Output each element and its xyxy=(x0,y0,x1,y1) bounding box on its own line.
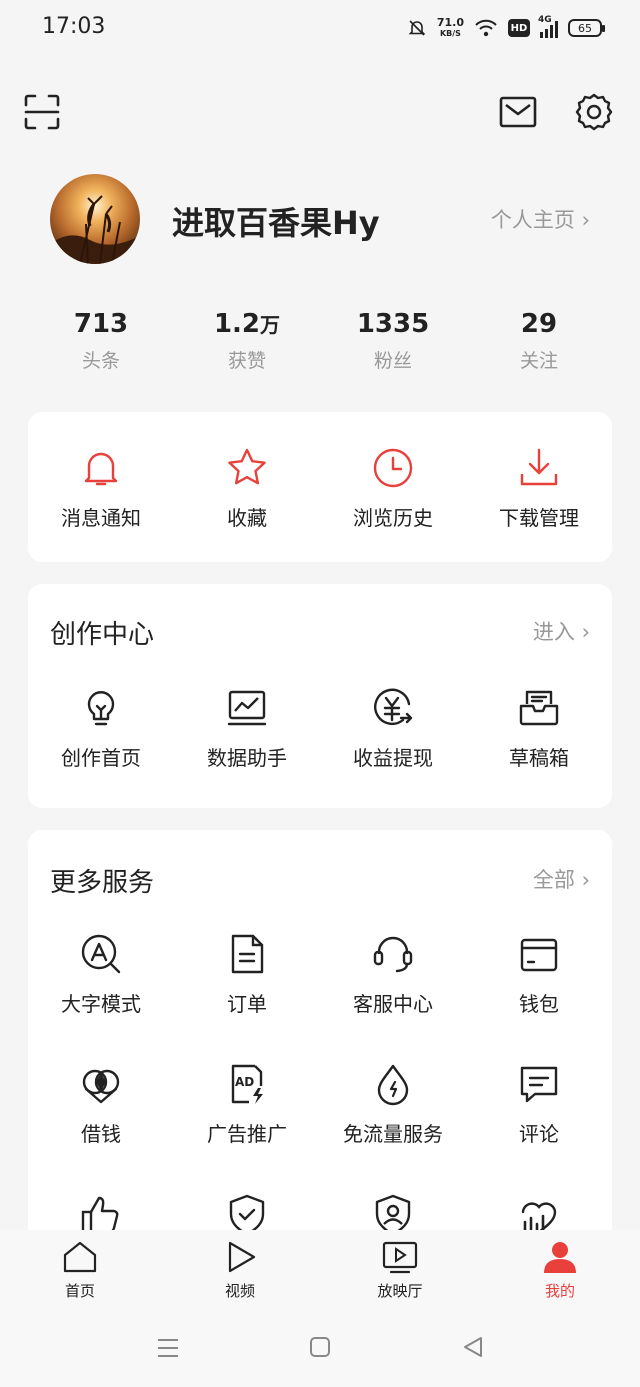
data-assistant-item[interactable]: 数据助手 xyxy=(174,686,320,771)
stat-likes[interactable]: 1.2万 获赞 xyxy=(174,306,320,386)
person-icon xyxy=(544,1242,576,1273)
stat-followers[interactable]: 1335 粉丝 xyxy=(320,306,466,386)
yuan-withdraw-icon xyxy=(374,688,413,725)
mail-icon[interactable] xyxy=(498,92,538,132)
chevron-right-icon: › xyxy=(581,868,590,892)
scan-icon[interactable] xyxy=(22,92,62,132)
lightbulb-icon xyxy=(87,691,115,726)
comments-item[interactable]: 评论 xyxy=(466,1062,612,1147)
quick-action-notifications[interactable]: 消息通知 xyxy=(28,446,174,531)
profile-page: 17:03 71.0 KB/S HD 4G 65 进取百香果Hy 个人主页 › … xyxy=(0,0,640,1387)
stat-label: 粉丝 xyxy=(373,350,412,372)
stat-value: 713 xyxy=(73,309,129,339)
tab-home[interactable]: 首页 xyxy=(0,1240,160,1301)
hd-badge: HD xyxy=(508,19,530,37)
loan-item[interactable]: 借钱 xyxy=(28,1062,174,1147)
tab-theater[interactable]: 放映厅 xyxy=(320,1240,480,1301)
creator-center-card: 创作中心 进入 › 创作首页 数据助手 收益提现 草稿箱 xyxy=(28,584,612,808)
homepage-link[interactable]: 个人主页 › xyxy=(491,204,590,234)
orders-item[interactable]: 订单 xyxy=(174,932,320,1017)
large-font-mode-item[interactable]: 大字模式 xyxy=(28,932,174,1017)
large-font-icon xyxy=(81,934,121,974)
data-drop-icon xyxy=(377,1064,409,1106)
creator-home-item[interactable]: 创作首页 xyxy=(28,686,174,771)
back-triangle-icon[interactable] xyxy=(462,1336,484,1358)
stat-label: 头条 xyxy=(81,350,120,372)
status-bar: 17:03 71.0 KB/S HD 4G 65 xyxy=(0,0,640,56)
creator-center-enter-link[interactable]: 进入 › xyxy=(533,616,590,646)
comment-icon xyxy=(520,1066,558,1103)
services-row-2: 借钱 AD 广告推广 免流量服务 评论 xyxy=(28,1062,612,1147)
customer-service-item[interactable]: 客服中心 xyxy=(320,932,466,1017)
chart-monitor-icon xyxy=(227,690,267,726)
status-icons: 71.0 KB/S HD 4G 65 xyxy=(407,14,605,42)
creator-center-title: 创作中心 xyxy=(50,620,155,650)
menu-icon[interactable] xyxy=(156,1336,180,1360)
free-data-service-item[interactable]: 免流量服务 xyxy=(320,1062,466,1147)
star-icon xyxy=(228,448,266,485)
earnings-withdraw-item[interactable]: 收益提现 xyxy=(320,686,466,771)
avatar[interactable] xyxy=(50,174,140,264)
chevron-right-icon: › xyxy=(581,620,590,644)
wifi-icon xyxy=(475,19,497,37)
stat-value: 1.2万 xyxy=(213,309,281,339)
status-time: 17:03 xyxy=(42,14,106,39)
stat-following[interactable]: 29 关注 xyxy=(466,306,612,386)
quick-action-downloads[interactable]: 下载管理 xyxy=(466,446,612,531)
quick-actions-card: 消息通知 收藏 浏览历史 下载管理 xyxy=(28,412,612,562)
stat-label: 获赞 xyxy=(227,350,266,372)
drafts-item[interactable]: 草稿箱 xyxy=(466,686,612,771)
stat-posts[interactable]: 713 头条 xyxy=(28,306,174,386)
quick-action-history[interactable]: 浏览历史 xyxy=(320,446,466,531)
order-doc-icon xyxy=(231,934,264,974)
stat-label: 关注 xyxy=(519,350,558,372)
battery-icon: 65 xyxy=(568,19,605,37)
wallet-icon xyxy=(520,938,558,972)
ad-promotion-item[interactable]: AD 广告推广 xyxy=(174,1062,320,1147)
net-speed: 71.0 KB/S xyxy=(436,16,464,38)
bell-icon xyxy=(84,452,118,486)
home-square-icon[interactable] xyxy=(309,1336,331,1358)
download-icon xyxy=(520,448,558,486)
headset-icon xyxy=(373,936,413,973)
draft-box-icon xyxy=(519,690,559,726)
bottom-tab-bar: 首页 视频 放映厅 我的 xyxy=(0,1230,640,1310)
tv-play-icon xyxy=(382,1241,418,1274)
svg-text:AD: AD xyxy=(235,1075,254,1089)
more-services-all-link[interactable]: 全部 › xyxy=(533,864,590,894)
ad-icon: AD xyxy=(231,1064,263,1104)
more-services-title: 更多服务 xyxy=(50,868,155,898)
stat-value: 1335 xyxy=(356,309,430,339)
creator-center-row: 创作首页 数据助手 收益提现 草稿箱 xyxy=(28,686,612,771)
quick-actions-row: 消息通知 收藏 浏览历史 下载管理 xyxy=(28,446,612,531)
tab-video[interactable]: 视频 xyxy=(160,1240,320,1301)
more-services-card: 更多服务 全部 › 大字模式 订单 客服中心 钱包 借钱 AD 广告推广 免流量… xyxy=(28,830,612,1270)
quick-action-favorites[interactable]: 收藏 xyxy=(174,446,320,531)
gear-icon[interactable] xyxy=(574,92,614,132)
system-nav-bar xyxy=(0,1310,640,1387)
signal-icon: 4G xyxy=(538,15,558,38)
clock-icon xyxy=(373,448,413,488)
username: 进取百香果Hy xyxy=(172,204,380,242)
services-row-1: 大字模式 订单 客服中心 钱包 xyxy=(28,932,612,1017)
stats-row: 713 头条 1.2万 获赞 1335 粉丝 29 关注 xyxy=(28,306,612,386)
loan-icon xyxy=(82,1069,120,1104)
profile-header[interactable]: 进取百香果Hy 个人主页 › xyxy=(50,174,590,266)
home-icon xyxy=(63,1241,97,1273)
mute-bell-icon xyxy=(408,20,426,36)
chevron-right-icon: › xyxy=(581,208,590,232)
wallet-item[interactable]: 钱包 xyxy=(466,932,612,1017)
stat-value: 29 xyxy=(520,309,558,339)
play-icon xyxy=(228,1241,256,1273)
tab-mine[interactable]: 我的 xyxy=(480,1240,640,1301)
